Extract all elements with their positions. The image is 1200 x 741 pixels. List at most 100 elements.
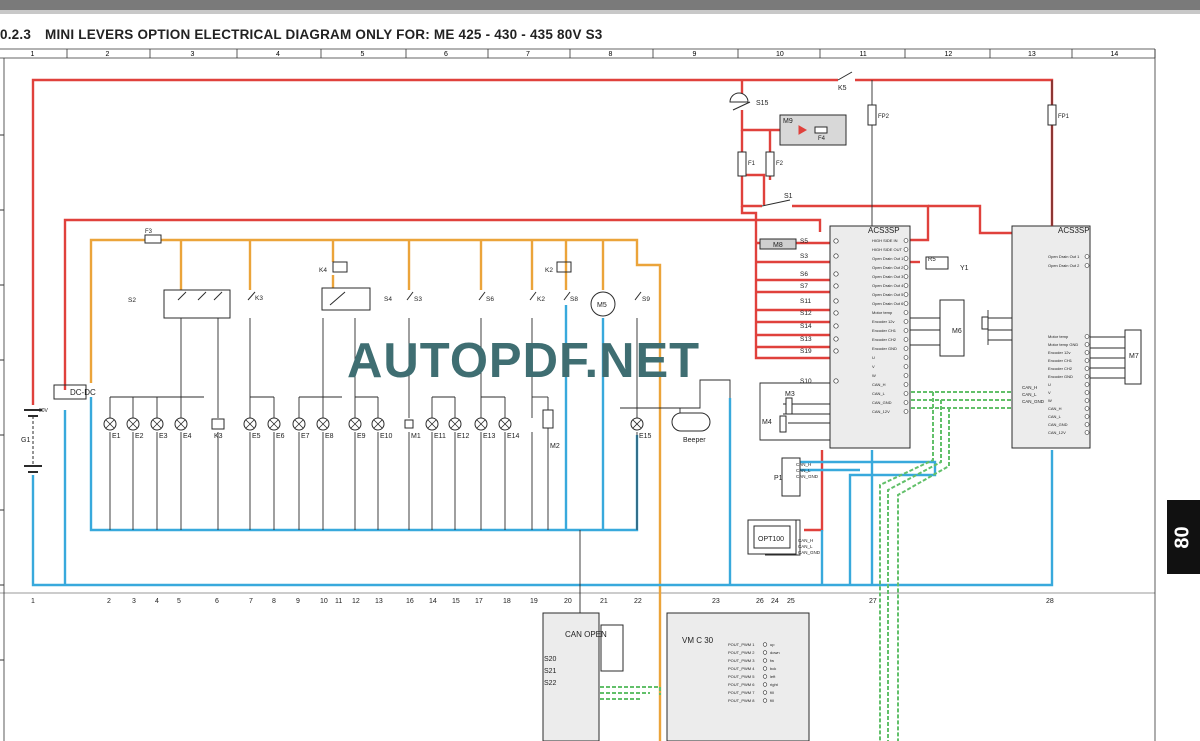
wire-number: 3 — [132, 598, 136, 605]
acs-pin-label: Encoder CH1 — [872, 328, 897, 333]
s20-label: S20 — [544, 656, 557, 663]
acs-pin-label: Motor temp — [872, 310, 893, 315]
acs-pin-label: HIGH SIDE IN — [872, 238, 898, 243]
wire-number: 10 — [320, 598, 328, 605]
vmc-output-label: up — [770, 642, 775, 647]
fuse-label: FP1 — [1058, 114, 1070, 120]
acs-pin-label: Encoder CH2 — [872, 337, 897, 342]
wire-number: 13 — [375, 598, 383, 605]
column-label: 12 — [945, 51, 953, 58]
m8-label: M8 — [773, 242, 783, 249]
wire-number: 1 — [31, 598, 35, 605]
m4-label: M4 — [762, 419, 772, 426]
acs-input-label: S6 — [800, 271, 808, 278]
lamp-label: E4 — [183, 433, 192, 440]
relay-label: K4 — [319, 267, 327, 274]
fuse-label: F3 — [145, 229, 153, 235]
fuse-label: F1 — [748, 161, 756, 167]
acs-pin-label: Encoder GND — [872, 346, 897, 351]
lamp-label: E10 — [380, 433, 393, 440]
acs-pin-label: U — [1048, 382, 1051, 387]
wire-number: 5 — [177, 598, 181, 605]
wire-number: 14 — [429, 598, 437, 605]
wire-number: 16 — [406, 598, 414, 605]
acs-pin-label: Open Drain Out 1 — [1048, 254, 1080, 259]
opt100-label: OPT100 — [758, 536, 784, 543]
k4-relay-coil — [332, 261, 348, 273]
vmc-output-label: bck — [770, 666, 776, 671]
wire-number: 17 — [475, 598, 483, 605]
s21-label: S21 — [544, 668, 557, 675]
wire-number: 23 — [712, 598, 720, 605]
vmc-pin-label: POUT_PWM 7 — [728, 690, 755, 695]
column-label: 14 — [1111, 51, 1119, 58]
acs-pin-label: W — [872, 373, 876, 378]
dcdc-label: DC-DC — [70, 388, 96, 397]
acs-pin-label: CAN_H — [872, 382, 886, 387]
m9-label: M9 — [783, 118, 793, 125]
column-label: 13 — [1028, 51, 1036, 58]
acs-pin-label: CAN_12V — [872, 409, 890, 414]
acs-pin-label: Open Drain Out 4 — [872, 283, 904, 288]
column-label: 11 — [860, 51, 867, 58]
acs-pin-label: CAN_GND — [1048, 422, 1068, 427]
acs-input-label: S14 — [800, 323, 812, 330]
lamp-label: E14 — [507, 433, 520, 440]
switch-label: S9 — [642, 296, 650, 303]
m1-valve — [404, 419, 414, 429]
beeper-label: Beeper — [683, 437, 706, 444]
wire-number: 22 — [634, 598, 642, 605]
lamp-label: E8 — [325, 433, 334, 440]
fuse-f3 — [144, 234, 162, 244]
wire-number: 25 — [787, 598, 795, 605]
acs-pin-label: Encoder GND — [1048, 374, 1073, 379]
fuse-label: F4 — [818, 136, 826, 142]
column-label: 6 — [444, 51, 448, 58]
acs-pin-label: Encoder CH2 — [1048, 366, 1073, 371]
lamp-label: M2 — [550, 443, 560, 450]
wiring-diagram: 1 2 3 4 5 6 7 8 9 10 11 12 13 14 E1 E2 E… — [0, 48, 1156, 741]
m5-label: M5 — [597, 302, 607, 309]
lamp-label: E3 — [159, 433, 168, 440]
acs3sp-left-title: ACS3SP — [868, 226, 900, 235]
lamp-label: M1 — [411, 433, 421, 440]
acs-input-label: S3 — [800, 253, 808, 260]
vmc-output-label: fill — [770, 690, 774, 695]
acs-pin-label: CAN_12V — [1048, 430, 1066, 435]
k3-relay-coil — [211, 418, 225, 430]
m3-label: M3 — [785, 391, 795, 398]
lamp-label: E1 — [112, 433, 121, 440]
relay-label: K2 — [545, 267, 553, 274]
vmc-output-label: down — [770, 650, 780, 655]
can-label: CAN_GND — [1022, 399, 1045, 404]
vmc-output-label: fill — [770, 698, 774, 703]
acs-pin-label: CAN_L — [872, 391, 886, 396]
vmc30-title: VM C 30 — [682, 636, 714, 645]
page-number-tab: 80 — [1167, 500, 1200, 574]
acs-pin-label: Encoder CH1 — [1048, 358, 1073, 363]
wire-number: 28 — [1046, 598, 1054, 605]
s15-label: S15 — [756, 100, 769, 107]
wire-number: 6 — [215, 598, 219, 605]
lamp-label: E12 — [457, 433, 470, 440]
wire-number: 26 — [756, 598, 764, 605]
y1-label: Y1 — [960, 265, 969, 272]
watermark: AUTOPDF.NET — [347, 334, 700, 388]
lamp-label: E13 — [483, 433, 496, 440]
lamp-label: E11 — [434, 433, 446, 440]
can-label: CAN_L — [796, 468, 811, 473]
wire-number: 8 — [272, 598, 276, 605]
vmc-output-label: right — [770, 682, 779, 687]
can-open-title: CAN OPEN — [565, 630, 607, 639]
k5-label: K5 — [838, 85, 847, 92]
lamp-label: E5 — [252, 433, 261, 440]
vmc-pin-label: POUT_PWM 1 — [728, 642, 755, 647]
switch-label: K3 — [255, 295, 263, 302]
fuse-label: F2 — [776, 161, 784, 167]
acs-input-label: S19 — [800, 348, 812, 355]
switch-label: S8 — [570, 296, 578, 303]
m6-label: M6 — [952, 328, 962, 335]
column-label: 9 — [693, 51, 697, 58]
acs-input-label: S7 — [800, 283, 808, 290]
acs-pin-label: CAN_L — [1048, 414, 1062, 419]
